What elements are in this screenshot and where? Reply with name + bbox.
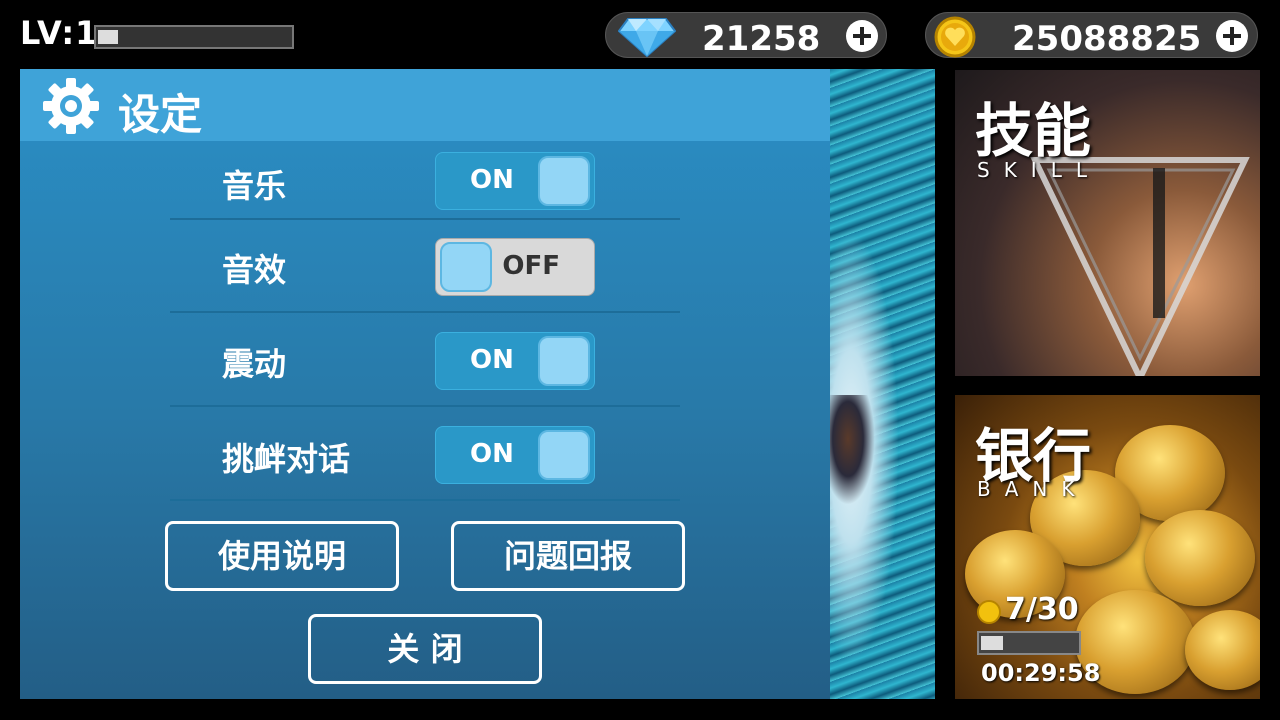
divider <box>170 311 680 313</box>
bank-count: 7/30 <box>1005 592 1079 627</box>
diamond-icon <box>618 18 676 57</box>
level-progress-fill <box>98 30 118 44</box>
taunt-dialogue-toggle[interactable]: ON <box>435 426 595 484</box>
settings-panel: 设定 音乐 ON 音效 OFF 震动 ON 挑衅对话 ON 使用说明 问题回报 … <box>20 69 835 699</box>
background-wave-image <box>830 69 935 699</box>
add-coins-button[interactable] <box>1216 20 1248 52</box>
settings-title: 设定 <box>118 90 203 139</box>
skill-subtitle: SKILL <box>977 158 1101 182</box>
vibration-toggle-state: ON <box>470 345 514 375</box>
bank-timer: 00:29:58 <box>981 659 1101 687</box>
background-surfer-image <box>830 395 875 505</box>
gear-icon <box>43 78 99 134</box>
bank-progress-bar <box>977 631 1081 655</box>
level-progress-bar <box>94 25 294 49</box>
heart-coin-icon <box>934 16 976 58</box>
music-toggle-state: ON <box>470 165 514 195</box>
heart-coin-icon <box>977 600 1001 624</box>
toggle-knob <box>538 156 590 206</box>
level-label: LV:1 <box>20 14 99 52</box>
gems-counter: 21258 <box>605 12 887 59</box>
bank-tile[interactable]: 银行 BANK 7/30 00:29:58 <box>955 395 1260 699</box>
help-button[interactable]: 使用说明 <box>165 521 399 591</box>
divider <box>170 218 680 220</box>
settings-header: 设定 <box>20 69 835 141</box>
bank-progress-fill <box>981 636 1004 650</box>
divider <box>170 405 680 407</box>
sound-effects-label: 音效 <box>222 251 287 289</box>
toggle-knob <box>538 336 590 386</box>
bank-subtitle: BANK <box>977 477 1089 501</box>
coins-value: 25088825 <box>1012 19 1202 59</box>
taunt-dialogue-toggle-state: ON <box>470 439 514 469</box>
music-label: 音乐 <box>222 167 287 205</box>
skill-tile[interactable]: 技能 SKILL <box>955 70 1260 376</box>
sound-effects-toggle-state: OFF <box>502 251 560 281</box>
feedback-button[interactable]: 问题回报 <box>451 521 685 591</box>
vibration-toggle[interactable]: ON <box>435 332 595 390</box>
music-toggle[interactable]: ON <box>435 152 595 210</box>
gems-value: 21258 <box>702 19 821 59</box>
toggle-knob <box>538 430 590 480</box>
gold-coin-image <box>1145 510 1255 606</box>
close-button[interactable]: 关 闭 <box>308 614 542 684</box>
triangle-emblem-icon <box>1030 157 1250 376</box>
taunt-dialogue-label: 挑衅对话 <box>222 440 351 478</box>
coins-counter: 25088825 <box>925 12 1258 59</box>
add-gems-button[interactable] <box>846 20 878 52</box>
toggle-knob <box>440 242 492 292</box>
sound-effects-toggle[interactable]: OFF <box>435 238 595 296</box>
vibration-label: 震动 <box>222 345 287 383</box>
divider <box>170 499 680 501</box>
gold-coin-image <box>1185 610 1260 690</box>
skill-title: 技能 <box>975 97 1092 165</box>
